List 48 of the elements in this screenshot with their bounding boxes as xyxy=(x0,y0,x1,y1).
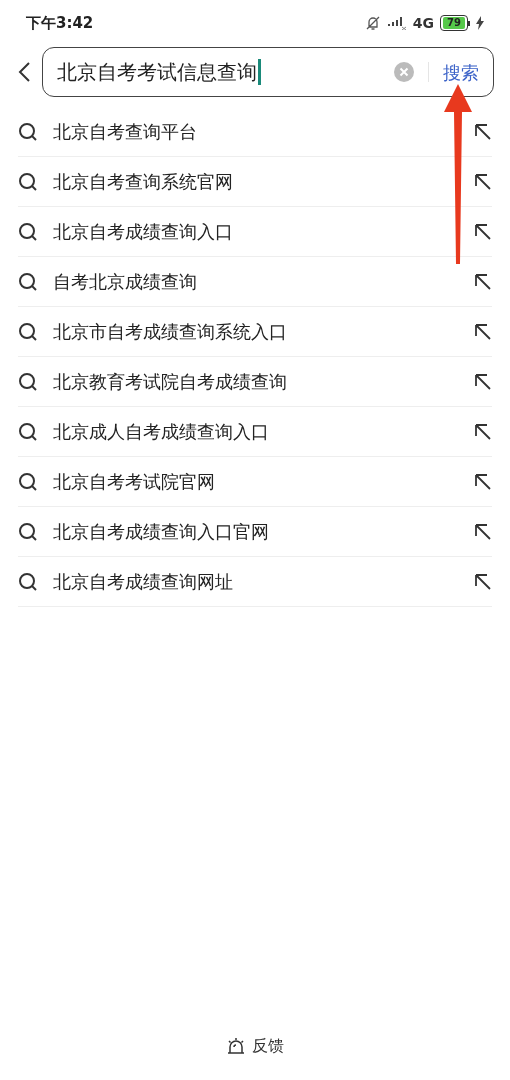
feedback-link[interactable]: 反馈 xyxy=(252,1034,284,1058)
network-type: 4G xyxy=(412,13,435,33)
muted-bell-icon xyxy=(364,15,381,31)
fill-arrow-icon[interactable] xyxy=(474,322,492,341)
fill-arrow-icon[interactable] xyxy=(474,172,492,191)
fill-arrow-icon[interactable] xyxy=(474,272,492,291)
fill-arrow-icon[interactable] xyxy=(474,222,492,241)
search-icon xyxy=(18,321,38,342)
suggestion-text: 北京自考查询平台 xyxy=(53,120,198,144)
suggestion-item[interactable]: 北京市自考成绩查询系统入口 xyxy=(18,307,492,357)
suggestion-item[interactable]: 自考北京成绩查询 xyxy=(18,257,492,307)
suggestion-text: 北京自考成绩查询入口官网 xyxy=(53,520,270,544)
suggestion-text: 北京自考成绩查询网址 xyxy=(53,570,234,594)
status-time: 下午3:42 xyxy=(26,12,94,34)
suggestion-text: 北京成人自考成绩查询入口 xyxy=(53,420,270,444)
search-icon xyxy=(18,121,38,142)
search-text: 北京自考考试信息查询 xyxy=(57,59,257,86)
search-icon xyxy=(18,371,38,392)
suggestion-item[interactable]: 北京自考考试院官网 xyxy=(18,457,492,507)
search-icon xyxy=(18,221,38,242)
suggestion-text: 北京自考查询系统官网 xyxy=(53,170,234,194)
fill-arrow-icon[interactable] xyxy=(474,422,492,441)
search-button[interactable]: 搜索 xyxy=(443,58,479,86)
suggestion-text: 北京市自考成绩查询系统入口 xyxy=(53,320,288,344)
suggestion-text: 北京教育考试院自考成绩查询 xyxy=(53,370,288,394)
fill-arrow-icon[interactable] xyxy=(474,122,492,141)
fill-arrow-icon[interactable] xyxy=(474,572,492,591)
search-icon xyxy=(18,471,38,492)
suggestion-text: 北京自考考试院官网 xyxy=(53,470,216,494)
suggestion-text: 自考北京成绩查询 xyxy=(53,270,198,294)
search-icon xyxy=(18,271,38,292)
suggestion-item[interactable]: 北京教育考试院自考成绩查询 xyxy=(18,357,492,407)
suggestion-item[interactable]: 北京自考成绩查询网址 xyxy=(18,557,492,607)
charging-icon xyxy=(476,16,484,30)
signal-icon xyxy=(386,16,407,30)
fill-arrow-icon[interactable] xyxy=(474,522,492,541)
fill-arrow-icon[interactable] xyxy=(474,372,492,391)
fill-arrow-icon[interactable] xyxy=(474,472,492,491)
search-field[interactable]: 北京自考考试信息查询 搜索 xyxy=(42,47,494,97)
search-icon xyxy=(18,521,38,542)
suggestion-item[interactable]: 北京自考成绩查询入口官网 xyxy=(18,507,492,557)
suggestion-item[interactable]: 北京成人自考成绩查询入口 xyxy=(18,407,492,457)
suggestion-text: 北京自考成绩查询入口 xyxy=(53,220,234,244)
search-icon xyxy=(18,171,38,192)
alarm-icon[interactable] xyxy=(226,1037,246,1055)
search-icon xyxy=(18,571,38,592)
battery-icon: 79 xyxy=(440,15,470,31)
search-icon xyxy=(18,421,38,442)
